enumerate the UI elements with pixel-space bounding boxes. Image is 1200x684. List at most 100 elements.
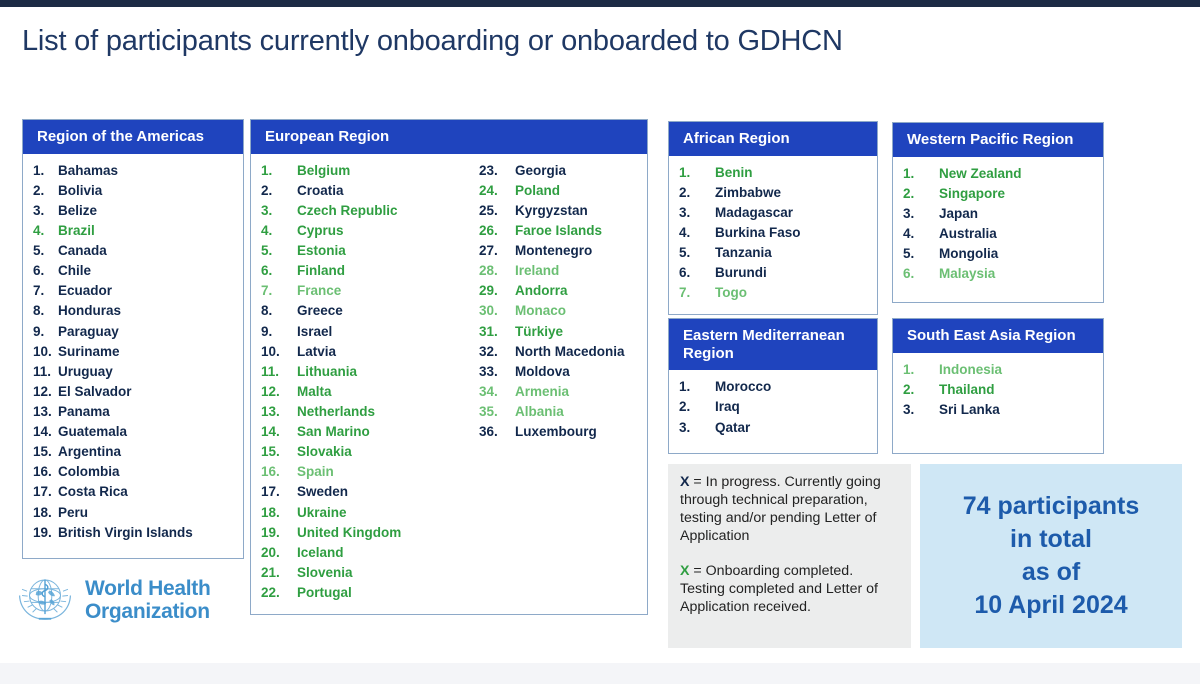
list-item-label: Slovakia [297,444,352,460]
panel-region-of-the-americas: Region of the Americas 1. Bahamas 2. Bolivi… [22,119,244,559]
panel-african-region: African Region 1. Benin 2. Zimbabwe 3. Madaga… [668,121,878,315]
list-item-number: 6. [903,266,915,282]
total-line-1: 74 participants [962,491,1140,520]
list-item-number: 11. [33,363,52,379]
bottom-edge-band [0,663,1200,684]
list-item-number: 25. [479,202,498,218]
list-item-number: 20. [261,544,280,560]
list-item: 11. Lithuania [261,362,479,382]
total-participants-box: 74 participants in total as of 10 April … [920,464,1182,648]
list-item-label: Spain [297,464,334,480]
list-item-label: Togo [715,285,747,301]
list-item-label: Mongolia [939,246,999,262]
list-item-number: 3. [33,202,45,218]
list-item-label: British Virgin Islands [58,524,193,540]
panel-body-americas: 1. Bahamas 2. Bolivia 3. Belize 4. Brazil 5. Cana… [23,154,243,549]
list-item-label: Belize [58,202,98,218]
list-item-number: 34. [479,383,498,399]
who-wordmark: World Health Organization [85,577,211,623]
list-item: 16. Colombia [33,462,235,482]
list-item: 5. Mongolia [903,244,1095,264]
list-item-label: Canada [58,243,107,259]
list-item: 1. Belgium [261,161,479,181]
panel-header-western-pacific: Western Pacific Region [893,123,1103,157]
page-title: List of participants currently onboardin… [22,25,843,57]
list-item: 34. Armenia [479,382,639,402]
list-item-number: 31. [479,323,498,339]
panel-european-region: European Region 1. Belgium 2. Croatia 3. Czec… [250,119,648,615]
list-item-label: New Zealand [939,165,1022,181]
list-item: 19. United Kingdom [261,523,479,543]
list-item: 18. Peru [33,503,235,523]
list-item-number: 12. [261,383,280,399]
total-line-3: as of [1021,558,1081,586]
list-item-label: Burkina Faso [715,225,801,241]
list-item-number: 17. [33,484,52,500]
list-item-number: 1. [679,164,691,180]
list-eastern-mediterranean: 1. Morocco 2. Iraq 3. Qatar [679,377,869,437]
legend-in-progress: X = In progress. Currently going through… [680,473,901,545]
list-item-label: Türkiye [515,323,564,339]
list-item: 23. Georgia [479,161,639,181]
list-europe-a: 1. Belgium 2. Croatia 3. Czech Republic 4. Cypr… [261,161,479,603]
list-item: 2. Bolivia [33,181,235,201]
who-wordmark-line-2: Organization [85,599,210,623]
list-item-number: 8. [33,303,45,319]
list-item: 1. Morocco [679,377,869,397]
list-item-number: 19. [33,524,52,540]
list-item-number: 14. [33,424,52,440]
list-item-number: 5. [33,243,45,259]
list-item: 7. Ecuador [33,281,235,301]
list-item: 26. Faroe Islands [479,221,639,241]
list-item-number: 29. [479,283,498,299]
list-item-number: 1. [903,165,915,181]
list-item-number: 2. [903,381,915,397]
list-item: 2. Thailand [903,380,1095,400]
list-item-label: Peru [58,504,89,520]
panel-south-east-asia-region: South East Asia Region 1. Indonesia 2. Thai… [892,318,1104,454]
list-item-label: San Marino [297,424,370,440]
list-item: 17. Costa Rica [33,482,235,502]
list-item: 8. Honduras [33,301,235,321]
list-item-label: Malta [297,383,332,399]
list-item-label: Australia [939,226,997,242]
list-item-label: Kyrgyzstan [515,202,588,218]
list-item-label: Albania [515,404,564,419]
list-item-label: Georgia [515,162,567,178]
panel-body-europe: 1. Belgium 2. Croatia 3. Czech Republic 4. Cypr… [251,154,647,609]
list-item: 1. New Zealand [903,164,1095,184]
list-item-number: 4. [679,225,691,241]
list-item-number: 27. [479,243,498,259]
panel-header-americas: Region of the Americas [23,120,243,154]
list-item: 28. Ireland [479,261,639,281]
list-item-label: Sweden [297,484,349,500]
list-item-label: Benin [715,164,753,180]
list-item: 2. Iraq [679,397,869,417]
list-item-number: 35. [479,404,498,419]
list-item-label: Zimbabwe [715,184,782,200]
list-item-label: Guatemala [58,424,128,440]
list-item-number: 22. [261,584,280,600]
list-item-number: 19. [261,524,280,540]
list-item: 15. Slovakia [261,442,479,462]
list-item: 19. British Virgin Islands [33,523,235,543]
list-item: 29. Andorra [479,281,639,301]
list-item-number: 6. [679,265,691,281]
list-item: 31. Türkiye [479,322,639,342]
list-item-label: Costa Rica [58,484,128,500]
list-item-label: Faroe Islands [515,223,603,239]
list-item-label: Ecuador [58,283,113,299]
list-item-label: Netherlands [297,404,376,419]
list-item: 3. Czech Republic [261,201,479,221]
europe-column-left: 1. Belgium 2. Croatia 3. Czech Republic 4. Cypr… [261,161,479,603]
list-item-label: Iceland [297,544,344,560]
list-item-label: El Salvador [58,383,132,399]
list-south-east-asia: 1. Indonesia 2. Thailand 3. Sri Lanka [903,360,1095,420]
list-item-label: Portugal [297,584,352,600]
list-item: 2. Zimbabwe [679,183,869,203]
list-americas: 1. Bahamas 2. Bolivia 3. Belize 4. Brazil 5. Cana… [33,161,235,543]
list-item: 35. Albania [479,402,639,422]
list-item: 14. Guatemala [33,422,235,442]
list-item-label: Czech Republic [297,202,398,218]
list-item: 18. Ukraine [261,503,479,523]
